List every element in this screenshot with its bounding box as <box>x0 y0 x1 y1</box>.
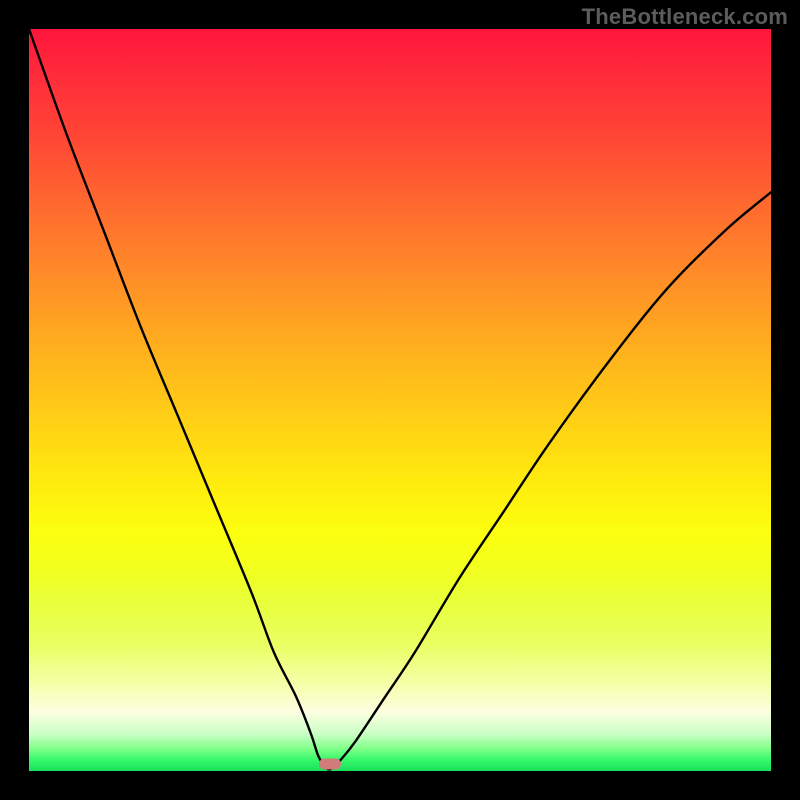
deviation-curve <box>29 29 771 770</box>
chart-frame: TheBottleneck.com <box>0 0 800 800</box>
minimum-marker <box>319 758 341 769</box>
plot-area <box>29 29 771 771</box>
curve-layer <box>29 29 771 771</box>
watermark-text: TheBottleneck.com <box>582 4 788 30</box>
